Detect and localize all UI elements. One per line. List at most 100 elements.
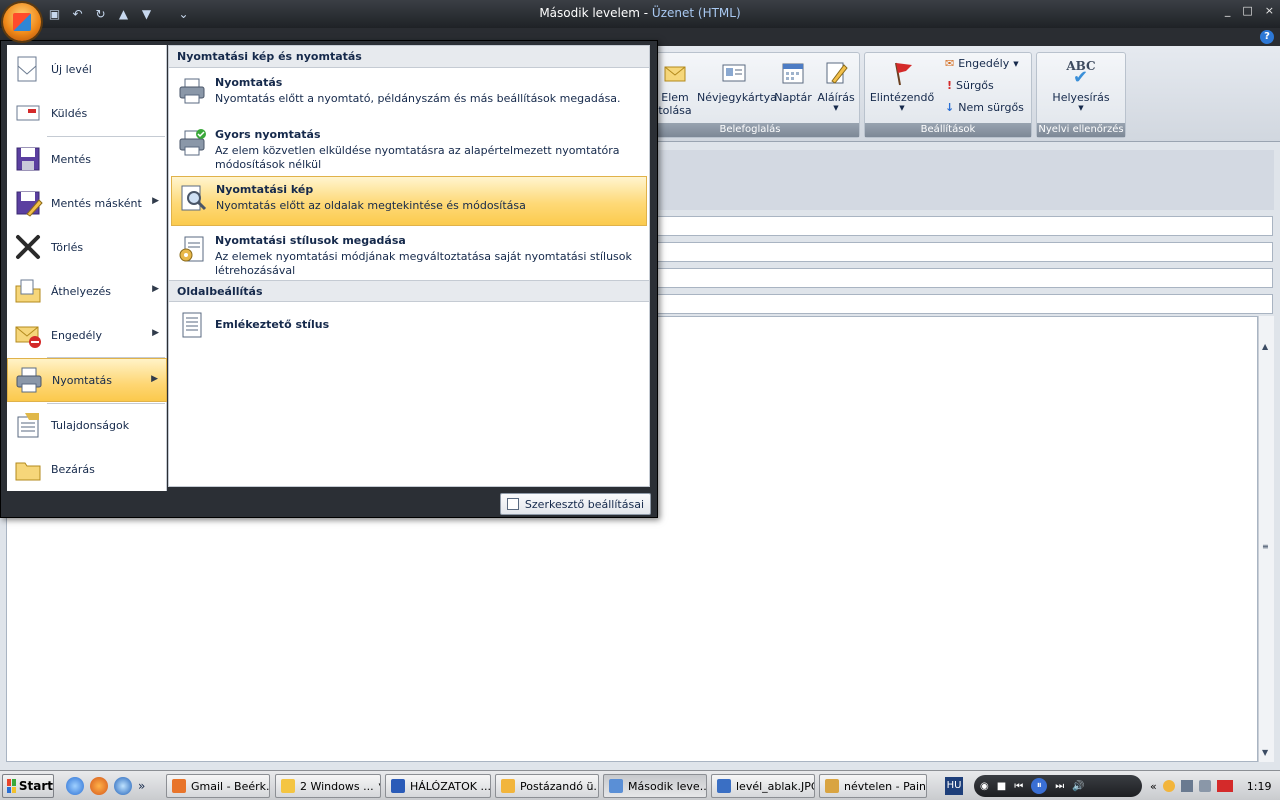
taskbar-button-label: 2 Windows ... [300, 779, 374, 793]
quick-launch: » [66, 777, 145, 795]
menu-item-close[interactable]: Bezárás [7, 447, 167, 491]
minimize-button[interactable]: _ [1225, 4, 1231, 17]
tray-expand-icon[interactable]: « [1150, 780, 1157, 793]
low-importance-button[interactable]: ↓ Nem sürgős [945, 101, 1024, 114]
submenu-item-quick-print[interactable]: Gyors nyomtatás Az elem közvetlen elküld… [171, 122, 647, 176]
menu-item-label: Mentés másként [51, 196, 142, 210]
business-card-button[interactable]: Névjegykártya [697, 59, 777, 104]
clock[interactable]: 1:19 [1247, 780, 1272, 793]
submenu-item-print[interactable]: Nyomtatás Nyomtatás előtt a nyomtató, pé… [171, 70, 647, 120]
help-icon[interactable]: ? [1260, 30, 1274, 44]
submenu-item-description: Nyomtatás előtt az oldalak megtekintése … [216, 199, 526, 212]
submenu-arrow-icon: ▶ [151, 374, 158, 384]
calendar-button[interactable]: Naptár [773, 59, 813, 104]
media-next-icon[interactable]: ⏭ [1055, 781, 1064, 792]
media-play-icon[interactable]: ◉ [980, 781, 989, 792]
taskbar-button-outbox[interactable]: Postázandó ü... [495, 774, 599, 798]
tray-network-icon[interactable] [1180, 780, 1193, 792]
media-prev-icon[interactable]: ⏮ [1014, 781, 1023, 792]
scroll-down-icon[interactable]: ▼ [1262, 748, 1268, 757]
high-importance-button[interactable]: ! Sürgős [947, 79, 994, 92]
submenu-item-title: Nyomtatás [215, 76, 283, 89]
close-button[interactable]: × [1265, 4, 1274, 17]
scroll-up-icon[interactable]: ▲ [1262, 342, 1268, 351]
office-logo-icon [13, 13, 31, 31]
ribbon-group-insert: Elem tolása Névjegykártya Naptár Aláírás… [640, 52, 860, 138]
chevron-down-icon: ▼ [899, 104, 905, 112]
tray-ati-icon[interactable] [1216, 780, 1233, 792]
attach-item-label: Elem [661, 91, 689, 104]
browser-icon[interactable] [114, 777, 132, 795]
calendar-label: Naptár [774, 91, 812, 104]
taskbar-button-jpg[interactable]: levél_ablak.JPG [711, 774, 815, 798]
start-button[interactable]: Start [2, 774, 54, 798]
menu-item-send[interactable]: Küldés [7, 91, 167, 135]
bcc-field[interactable] [656, 268, 1273, 288]
permission-icon: ✉ [945, 57, 955, 70]
menu-item-delete[interactable]: Törlés [7, 225, 167, 269]
print-submenu: Nyomtatási kép és nyomtatás Nyomtatás Ny… [168, 45, 650, 487]
calendar-icon [782, 63, 804, 84]
taskbar-button-message[interactable]: Második leve... [603, 774, 707, 798]
menu-item-print[interactable]: Nyomtatás ▶ [7, 358, 167, 402]
tray-app-icon[interactable] [1162, 780, 1175, 792]
submenu-item-memo-style[interactable]: Emlékeztető stílus [171, 304, 647, 344]
media-stop-icon[interactable]: ■ [997, 781, 1006, 792]
start-label: Start [18, 779, 53, 793]
chevron-down-icon: ▼ [833, 104, 839, 112]
tray-volume-icon[interactable] [1198, 780, 1211, 792]
menu-item-label: Új levél [51, 62, 92, 76]
submenu-item-description: Az elemek nyomtatási módjának megváltozt… [215, 250, 632, 277]
menu-item-save-as[interactable]: Mentés másként ▶ [7, 181, 167, 225]
language-indicator[interactable]: HU [945, 777, 963, 795]
to-field[interactable] [656, 216, 1273, 236]
signature-button[interactable]: Aláírás ▼ [815, 59, 857, 112]
maximize-button[interactable]: □ [1242, 4, 1252, 17]
new-mail-icon [17, 56, 37, 82]
subject-field[interactable] [656, 294, 1273, 314]
followup-button[interactable]: Elintézendő ▼ [869, 59, 935, 112]
taskbar-button-halozatok[interactable]: HÁLÓZATOK ... [385, 774, 491, 798]
menu-item-properties[interactable]: Tulajdonságok [7, 403, 167, 447]
close-folder-icon [15, 462, 41, 481]
window-controls: _ □ × [1225, 4, 1274, 17]
media-pause-icon[interactable]: ⏸ [1031, 778, 1048, 794]
section-header-print: Nyomtatási kép és nyomtatás [169, 46, 649, 68]
print-preview-icon [181, 185, 207, 211]
submenu-item-print-preview[interactable]: Nyomtatási kép Nyomtatás előtt az oldala… [171, 176, 647, 226]
submenu-item-print-styles[interactable]: Nyomtatási stílusok megadása Az elemek n… [171, 228, 647, 280]
ie-icon[interactable] [66, 777, 84, 795]
attach-item-label-2: tolása [658, 104, 692, 117]
taskbar-button-label: Második leve... [628, 779, 707, 793]
firefox-icon[interactable] [90, 777, 108, 795]
office-button[interactable] [3, 3, 41, 41]
spelling-button[interactable]: ABC ✔ Helyesírás ▼ [1041, 59, 1121, 112]
spelling-label: Helyesírás [1052, 91, 1110, 104]
spelling-icon: ABC ✔ [1041, 59, 1121, 91]
taskbar-button-paint[interactable]: névtelen - Paint [819, 774, 927, 798]
permission-button[interactable]: ✉ Engedély ▼ [945, 57, 1019, 70]
image-icon [717, 779, 731, 793]
ribbon-group-label: Nyelvi ellenőrzés [1037, 123, 1125, 137]
taskbar-button-label: Postázandó ü... [520, 779, 599, 793]
taskbar-button-windows-group[interactable]: 2 Windows ... ▼ [275, 774, 381, 798]
taskbar-button-gmail[interactable]: Gmail - Beérk... [166, 774, 270, 798]
attach-item-button[interactable]: Elem tolása [655, 59, 695, 117]
section-header-page-setup: Oldalbeállítás [169, 280, 649, 302]
scroll-grip-icon[interactable]: ≡ [1262, 542, 1269, 551]
submenu-item-title: Gyors nyomtatás [215, 128, 321, 141]
send-icon [16, 105, 40, 121]
more-chevron-icon[interactable]: » [138, 777, 145, 795]
media-volume-icon[interactable]: 🔊 [1072, 781, 1084, 792]
menu-item-move[interactable]: Áthelyezés ▶ [7, 269, 167, 313]
business-card-icon [722, 64, 746, 82]
menu-item-new-mail[interactable]: Új levél [7, 47, 167, 91]
menu-item-save[interactable]: Mentés [7, 137, 167, 181]
vertical-scrollbar[interactable]: ▲ ≡ ▼ [1258, 316, 1274, 762]
office-menu-footer: Szerkesztő beállításai [1, 491, 657, 517]
signature-icon [826, 62, 848, 84]
menu-item-permission[interactable]: Engedély ▶ [7, 313, 167, 357]
editor-options-button[interactable]: Szerkesztő beállításai [499, 493, 651, 515]
attach-item-icon [664, 66, 686, 82]
cc-field[interactable] [656, 242, 1273, 262]
